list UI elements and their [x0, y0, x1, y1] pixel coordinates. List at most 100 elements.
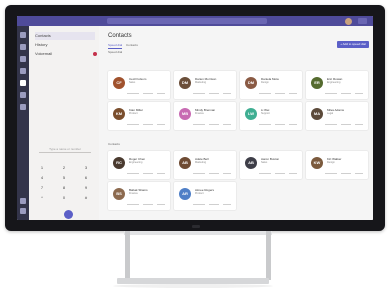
avatar: BS [113, 188, 125, 200]
tab-speed-dial[interactable]: Speed dial [108, 43, 123, 49]
contact-card[interactable]: AB Adele Bell Marketing [174, 151, 236, 179]
contact-title: Sales [129, 81, 136, 84]
contact-actions[interactable] [127, 172, 169, 175]
action-line-icon [143, 93, 153, 94]
keypad-key[interactable]: 7 [37, 184, 47, 191]
keypad-key[interactable]: 1 [37, 164, 47, 171]
action-line-icon [325, 93, 337, 94]
contact-title: Product [129, 112, 138, 115]
keypad-key[interactable]: 9 [81, 184, 91, 191]
keypad-key[interactable]: 0 [59, 194, 69, 201]
contact-actions[interactable] [325, 92, 367, 95]
section-contacts: Contacts [108, 142, 120, 146]
action-line-icon [193, 93, 205, 94]
action-line-icon [341, 124, 351, 125]
keypad-key[interactable]: * [37, 194, 47, 201]
action-line-icon [275, 124, 285, 125]
action-line-icon [325, 124, 337, 125]
contact-actions[interactable] [193, 172, 235, 175]
dial-input[interactable]: Type a name or number [39, 146, 91, 153]
calls-nav-item[interactable]: History [35, 41, 95, 49]
stand-hinge [124, 231, 272, 235]
action-line-icon [157, 93, 165, 94]
contact-card[interactable]: RC Roger Chen Engineering [108, 151, 170, 179]
contact-card[interactable]: MB Mindy Brennan Finance [174, 102, 236, 130]
tab-contacts[interactable]: Contacts [126, 43, 138, 48]
keypad-key[interactable]: 6 [81, 174, 91, 181]
user-avatar[interactable] [345, 17, 352, 25]
files-icon[interactable] [20, 92, 26, 98]
contact-card[interactable]: DM Darien Morrison Marketing [174, 71, 236, 99]
action-line-icon [355, 124, 363, 125]
calls-icon[interactable] [20, 80, 26, 86]
keypad-key[interactable]: 5 [59, 174, 69, 181]
contact-title: Engineering [327, 81, 341, 84]
contact-actions[interactable] [259, 172, 301, 175]
contact-actions[interactable] [325, 172, 367, 175]
action-line-icon [259, 93, 271, 94]
app-rail [17, 26, 29, 220]
voicemail-badge [93, 52, 97, 56]
contact-card[interactable]: BS Babak Shams Finance [108, 182, 170, 210]
avatar: DM [179, 77, 191, 89]
contact-card[interactable]: CF Cecil Folsom Sales [108, 71, 170, 99]
contact-actions[interactable] [193, 203, 235, 206]
monitor-bezel: Contacts History Voicemail Type a name or … [5, 5, 385, 231]
avatar: CF [113, 77, 125, 89]
chat-icon[interactable] [20, 44, 26, 50]
action-line-icon [223, 204, 231, 205]
contact-actions[interactable] [259, 123, 301, 126]
contact-actions[interactable] [325, 123, 367, 126]
add-to-speed-dial-button[interactable]: + Add to speed dial [337, 41, 369, 48]
search-input[interactable] [107, 18, 267, 24]
contact-actions[interactable] [259, 92, 301, 95]
teams-icon[interactable] [20, 56, 26, 62]
contact-title: Legal [327, 112, 334, 115]
contact-actions[interactable] [193, 92, 235, 95]
action-line-icon [289, 93, 297, 94]
action-line-icon [127, 124, 139, 125]
action-line-icon [341, 173, 351, 174]
call-button[interactable] [64, 210, 73, 219]
avatar: KM [113, 108, 125, 120]
apps-icon[interactable] [20, 198, 26, 204]
more-icon[interactable] [20, 104, 26, 110]
action-line-icon [209, 173, 219, 174]
action-line-icon [325, 173, 337, 174]
help-icon[interactable] [20, 208, 26, 214]
avatar: DM [245, 77, 257, 89]
contact-title: Finance [195, 112, 204, 115]
keypad-key[interactable]: 2 [59, 164, 69, 171]
contact-actions[interactable] [127, 123, 169, 126]
window-controls-icon[interactable] [358, 18, 367, 24]
contact-title: Marketing [195, 81, 206, 84]
contacts-view: Contacts Speed dial Contacts + Add to sp… [99, 26, 373, 220]
contact-card[interactable]: MA Miles Adams Legal [306, 102, 368, 130]
calendar-icon[interactable] [20, 68, 26, 74]
action-line-icon [157, 204, 165, 205]
calls-nav-item[interactable]: Contacts [35, 32, 95, 40]
keypad-key[interactable]: 4 [37, 174, 47, 181]
action-line-icon [193, 124, 205, 125]
contact-card[interactable]: KM Kian Miller Product [108, 102, 170, 130]
keypad-key[interactable]: 8 [59, 184, 69, 191]
contact-title: Sales [261, 161, 268, 164]
contact-card[interactable]: DM Daniela Mota Design [240, 71, 302, 99]
contact-card[interactable]: KW Kiri Walker Design [306, 151, 368, 179]
avatar: RC [113, 157, 125, 169]
action-line-icon [193, 204, 205, 205]
action-line-icon [289, 173, 297, 174]
contact-actions[interactable] [127, 203, 169, 206]
action-line-icon [209, 124, 219, 125]
contact-card[interactable]: LW Li Wei Support [240, 102, 302, 130]
contact-card[interactable]: ER Eric Rowan Engineering [306, 71, 368, 99]
contact-actions[interactable] [127, 92, 169, 95]
contact-actions[interactable] [193, 123, 235, 126]
contact-card[interactable]: AR Aimee Rogers Product [174, 182, 236, 210]
calls-nav-item[interactable]: Voicemail [35, 50, 97, 58]
contact-card[interactable]: AB Aaron Buxton Sales [240, 151, 302, 179]
keypad-key[interactable]: # [81, 194, 91, 201]
keypad-key[interactable]: 3 [81, 164, 91, 171]
bezel-logo [192, 225, 200, 228]
bell-icon[interactable] [20, 32, 26, 38]
